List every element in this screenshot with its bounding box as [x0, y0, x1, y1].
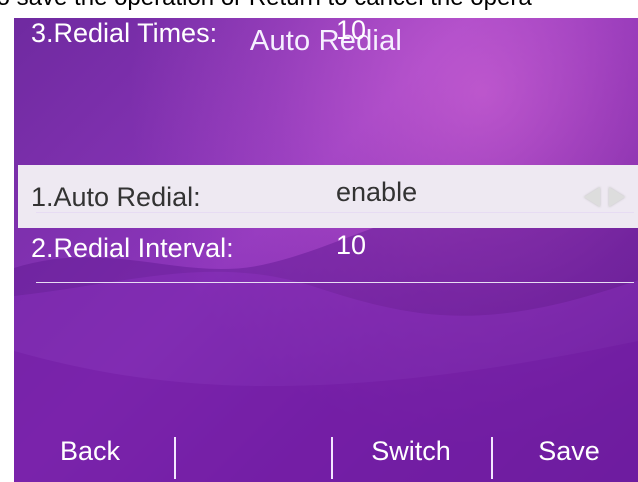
left-right-arrows-icon[interactable]	[580, 180, 632, 214]
redial-times-setting-row[interactable]: 3.Redial Times: 10	[18, 18, 638, 84]
auto-redial-screenshot: to save the operation or Return to cance…	[0, 0, 638, 482]
auto-redial-setting-row[interactable]: 1.Auto Redial: enable	[18, 165, 638, 228]
save-softkey[interactable]: Save	[500, 423, 638, 482]
chevron-left-icon[interactable]	[584, 187, 600, 207]
softkey-separator	[331, 437, 333, 479]
redial-interval-value[interactable]: 10	[336, 230, 366, 261]
switch-softkey[interactable]: Switch	[331, 423, 491, 482]
redial-interval-label: 2.Redial Interval:	[31, 233, 234, 263]
redial-interval-setting-row[interactable]: 2.Redial Interval: 10	[18, 230, 638, 299]
phone-display: Auto Redial 1.Auto Redial: enable 2.Redi…	[14, 18, 638, 482]
back-softkey[interactable]: Back	[14, 423, 166, 482]
redial-times-value[interactable]: 10	[336, 18, 366, 46]
auto-redial-value[interactable]: enable	[336, 177, 417, 208]
row-divider	[36, 282, 634, 283]
redial-times-label: 3.Redial Times:	[31, 18, 218, 48]
row-divider	[36, 212, 634, 213]
softkey-separator	[174, 437, 176, 479]
instruction-text: to save the operation or Return to cance…	[0, 0, 638, 12]
auto-redial-label: 1.Auto Redial:	[31, 182, 201, 212]
chevron-right-icon[interactable]	[609, 187, 625, 207]
empty-softkey[interactable]	[174, 423, 324, 482]
softkey-separator	[491, 437, 493, 479]
softkey-bar: Back Switch Save	[14, 423, 638, 482]
